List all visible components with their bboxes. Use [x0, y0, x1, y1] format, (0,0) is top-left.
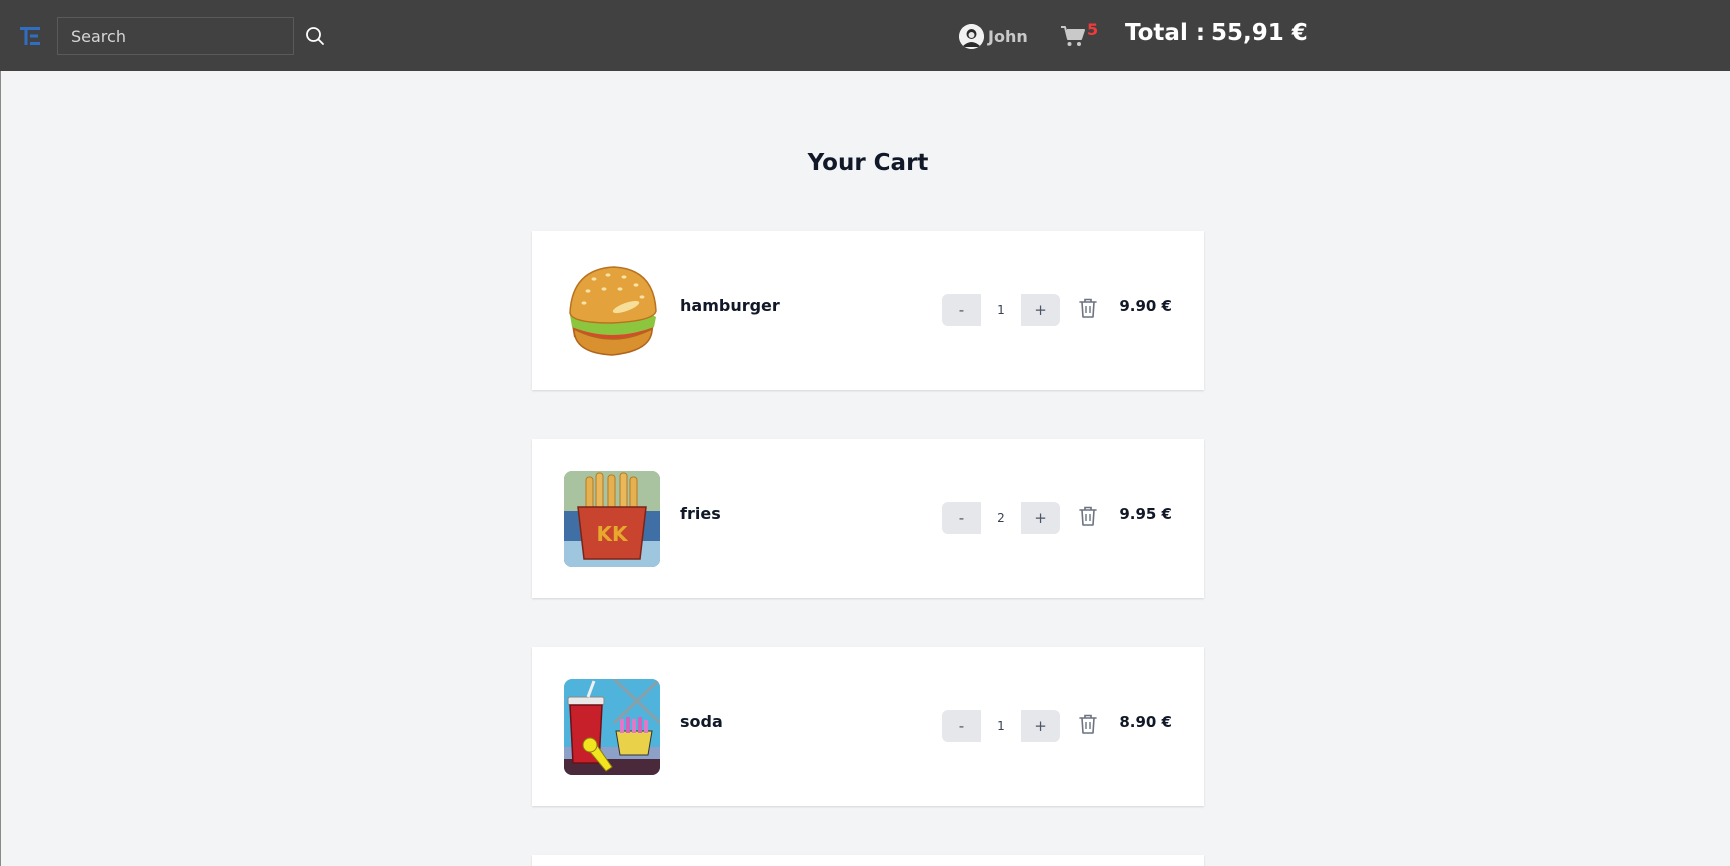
- decrease-quantity-button[interactable]: -: [942, 294, 981, 326]
- top-navbar: John 5 Total :55,91 €: [0, 0, 1730, 71]
- shopping-cart-icon[interactable]: [1060, 24, 1086, 48]
- increase-quantity-button[interactable]: +: [1021, 710, 1060, 742]
- quantity-stepper: - +: [942, 502, 1060, 534]
- cart-total: Total :55,91 €: [1125, 20, 1308, 46]
- quantity-stepper: - +: [942, 294, 1060, 326]
- fries-image: KK: [564, 471, 660, 567]
- trash-icon[interactable]: [1076, 504, 1100, 528]
- hamburger-image: [564, 263, 660, 359]
- item-price: 9.95 €: [1119, 505, 1172, 523]
- quantity-input[interactable]: [981, 294, 1021, 326]
- quantity-input[interactable]: [981, 502, 1021, 534]
- page-title: Your Cart: [807, 150, 929, 176]
- user-profile-link[interactable]: John: [959, 23, 1028, 49]
- soda-image: [564, 679, 660, 775]
- trash-icon[interactable]: [1076, 712, 1100, 736]
- cart-item: soda - + 8.90 €: [532, 647, 1204, 806]
- total-value: 55,91 €: [1211, 20, 1308, 46]
- trash-icon[interactable]: [1076, 296, 1100, 320]
- total-label: Total :: [1125, 20, 1206, 46]
- item-price: 9.90 €: [1119, 297, 1172, 315]
- page-left-border: [0, 71, 1, 866]
- cart-item: [532, 855, 1204, 866]
- user-avatar-icon: [959, 23, 984, 49]
- item-name: soda: [680, 712, 723, 731]
- logo-icon[interactable]: [20, 25, 42, 47]
- increase-quantity-button[interactable]: +: [1021, 294, 1060, 326]
- decrease-quantity-button[interactable]: -: [942, 710, 981, 742]
- decrease-quantity-button[interactable]: -: [942, 502, 981, 534]
- item-name: hamburger: [680, 296, 780, 315]
- cart-count-badge: 5: [1087, 20, 1099, 39]
- cart-item: KK fries - + 9.95 €: [532, 439, 1204, 598]
- search-icon[interactable]: [304, 25, 326, 47]
- search-input[interactable]: [57, 17, 294, 55]
- increase-quantity-button[interactable]: +: [1021, 502, 1060, 534]
- avatar: [959, 23, 984, 49]
- item-name: fries: [680, 504, 721, 523]
- quantity-stepper: - +: [942, 710, 1060, 742]
- svg-text:KK: KK: [597, 522, 629, 546]
- cart-item: hamburger - + 9.90 €: [532, 231, 1204, 390]
- user-name: John: [988, 26, 1028, 46]
- quantity-input[interactable]: [981, 710, 1021, 742]
- item-price: 8.90 €: [1119, 713, 1172, 731]
